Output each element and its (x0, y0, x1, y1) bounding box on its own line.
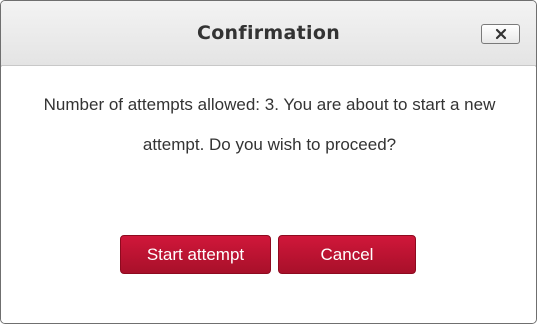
dialog-title: Confirmation (196, 22, 341, 44)
dialog-body: Number of attempts allowed: 3. You are a… (1, 67, 536, 323)
dialog-message: Number of attempts allowed: 3. You are a… (43, 95, 496, 154)
close-button[interactable] (481, 24, 520, 44)
start-attempt-button[interactable]: Start attempt (120, 235, 271, 274)
cancel-button[interactable]: Cancel (278, 235, 416, 274)
close-icon (495, 28, 507, 40)
dialog-header: Confirmation (1, 1, 536, 66)
confirmation-dialog: Confirmation Number of attempts allowed:… (0, 0, 537, 324)
dialog-buttons: Start attempt Cancel (1, 235, 536, 275)
